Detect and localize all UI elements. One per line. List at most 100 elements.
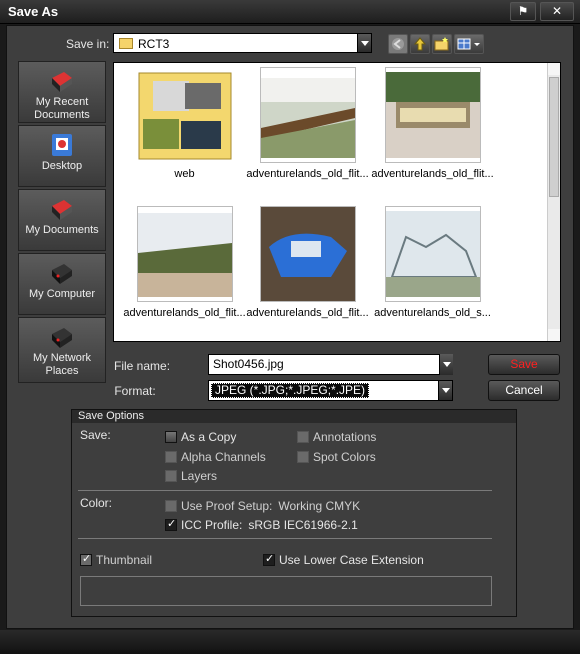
save-as-dialog: Save in: RCT3 My Recent Documents Deskto… [6,25,574,629]
place-network[interactable]: My Network Places [18,317,106,383]
checkbox-box[interactable] [297,431,309,443]
image-thumbnail [259,206,356,302]
as-copy-checkbox[interactable]: As a Copy [165,430,236,444]
layers-label: Layers [181,469,218,483]
place-label: My Documents [25,224,99,236]
spot-colors-label: Spot Colors [313,450,376,464]
alpha-channels-checkbox[interactable]: Alpha Channels [165,450,266,464]
save-section-label: Save: [80,428,111,442]
file-name-dropdown[interactable] [439,354,453,375]
network-places-icon [52,328,72,348]
format-label-text: Format: [114,384,156,398]
checkbox-box[interactable] [165,470,177,482]
image-thumbnail [384,206,481,302]
chevron-down-icon[interactable] [439,354,453,375]
cancel-button[interactable]: Cancel [488,380,560,401]
save-in-label: Save in: [66,37,110,51]
layers-checkbox[interactable]: Layers [165,469,217,483]
file-item[interactable]: adventurelands_old_flit... [370,67,495,180]
save-in-value: RCT3 [138,37,170,51]
place-recent-documents[interactable]: My Recent Documents [18,61,106,123]
file-name: adventurelands_old_flit... [371,168,494,180]
file-list-view[interactable]: web adventurelands_old_flit... adventure… [113,62,561,342]
file-name: adventurelands_old_flit... [246,307,369,319]
format-dropdown[interactable]: JPEG (*.JPG;*.JPEG;*.JPE) [208,380,453,401]
checkbox-box[interactable] [165,431,177,443]
file-name: adventurelands_old_flit... [123,307,246,319]
checkbox-box[interactable] [80,552,92,566]
file-name-value: Shot0456.jpg [213,357,284,371]
place-my-documents[interactable]: My Documents [18,189,106,251]
icc-profile-checkbox[interactable]: ICC Profile: sRGB IEC61966-2.1 [165,517,358,532]
my-computer-icon [52,264,72,284]
file-item[interactable]: adventurelands_old_flit... [122,206,247,319]
thumbnail-checkbox[interactable]: Thumbnail [80,552,153,567]
window-title: Save As [8,4,59,19]
proof-setup-value: Working CMYK [278,499,361,513]
checkbox-box[interactable] [165,451,177,463]
file-name-label: File name: [114,359,171,373]
places-bar: My Recent Documents Desktop My Documents… [18,61,108,387]
file-item-web[interactable]: web [122,67,247,180]
divider [78,490,492,491]
view-menu-button[interactable] [454,34,484,54]
file-item[interactable]: adventurelands_old_s... [370,206,495,319]
checkbox-box[interactable] [297,451,309,463]
place-label: Desktop [41,160,83,172]
chevron-down-icon[interactable] [438,381,452,400]
spot-colors-checkbox[interactable]: Spot Colors [297,450,376,464]
save-in-dropdown[interactable]: RCT3 [113,33,372,53]
back-arrow-icon [392,38,404,50]
options-status-box [80,576,492,606]
file-item[interactable]: adventurelands_old_flit... [245,67,370,180]
up-folder-button[interactable] [410,34,430,54]
color-section-label: Color: [80,496,113,510]
use-proof-setup-label: Use Proof Setup: [181,499,273,513]
new-folder-icon [434,37,449,51]
desktop-icon [52,134,72,156]
annotations-checkbox[interactable]: Annotations [297,430,376,444]
thumbnail-label: Thumbnail [96,553,153,567]
scroll-thumb[interactable] [549,77,559,197]
place-label: My Computer [28,288,96,300]
use-proof-setup-checkbox[interactable]: Use Proof Setup: Working CMYK [165,499,360,513]
my-documents-icon [52,200,72,220]
recent-documents-icon [52,72,72,92]
checkbox-box[interactable] [263,552,275,566]
file-item[interactable]: adventurelands_old_flit... [245,206,370,319]
place-label: My Recent Documents [34,96,90,121]
image-thumbnail [259,67,356,163]
as-copy-label: As a Copy [181,430,237,444]
up-folder-icon [413,37,427,51]
scroll-down-icon[interactable] [548,329,560,341]
format-value: JPEG (*.JPG;*.JPEG;*.JPE) [211,383,370,398]
format-label: FFormat: [114,384,156,398]
file-name: adventurelands_old_flit... [246,168,369,180]
save-button[interactable]: Save [488,354,560,375]
folder-icon [119,38,133,49]
save-options-panel: Save Options Save: As a Copy Annotations… [71,409,517,617]
save-options-title: Save Options [72,410,516,423]
place-label: My Network Places [32,352,92,377]
windows-flag-icon[interactable]: ⚑ [510,2,536,21]
vertical-scrollbar[interactable] [547,63,560,341]
back-button[interactable] [388,34,408,54]
close-button[interactable]: ✕ [540,2,574,21]
place-desktop[interactable]: Desktop [18,125,106,187]
bottom-bar [0,630,580,654]
folder-thumbnail [137,67,233,163]
icc-profile-value: sRGB IEC61966-2.1 [248,518,358,532]
lower-case-extension-checkbox[interactable]: Use Lower Case Extension [263,552,424,567]
place-my-computer[interactable]: My Computer [18,253,106,315]
view-grid-icon [457,38,480,50]
checkbox-box[interactable] [165,500,177,512]
checkbox-box[interactable] [165,517,177,531]
file-name-input[interactable]: Shot0456.jpg [208,354,453,375]
alpha-channels-label: Alpha Channels [181,450,266,464]
chevron-down-icon[interactable] [357,34,371,52]
scroll-up-icon[interactable] [548,63,560,75]
file-name: web [174,168,195,180]
new-folder-button[interactable] [432,34,452,54]
icc-profile-label: ICC Profile: [181,518,243,532]
file-name: adventurelands_old_s... [374,307,491,319]
